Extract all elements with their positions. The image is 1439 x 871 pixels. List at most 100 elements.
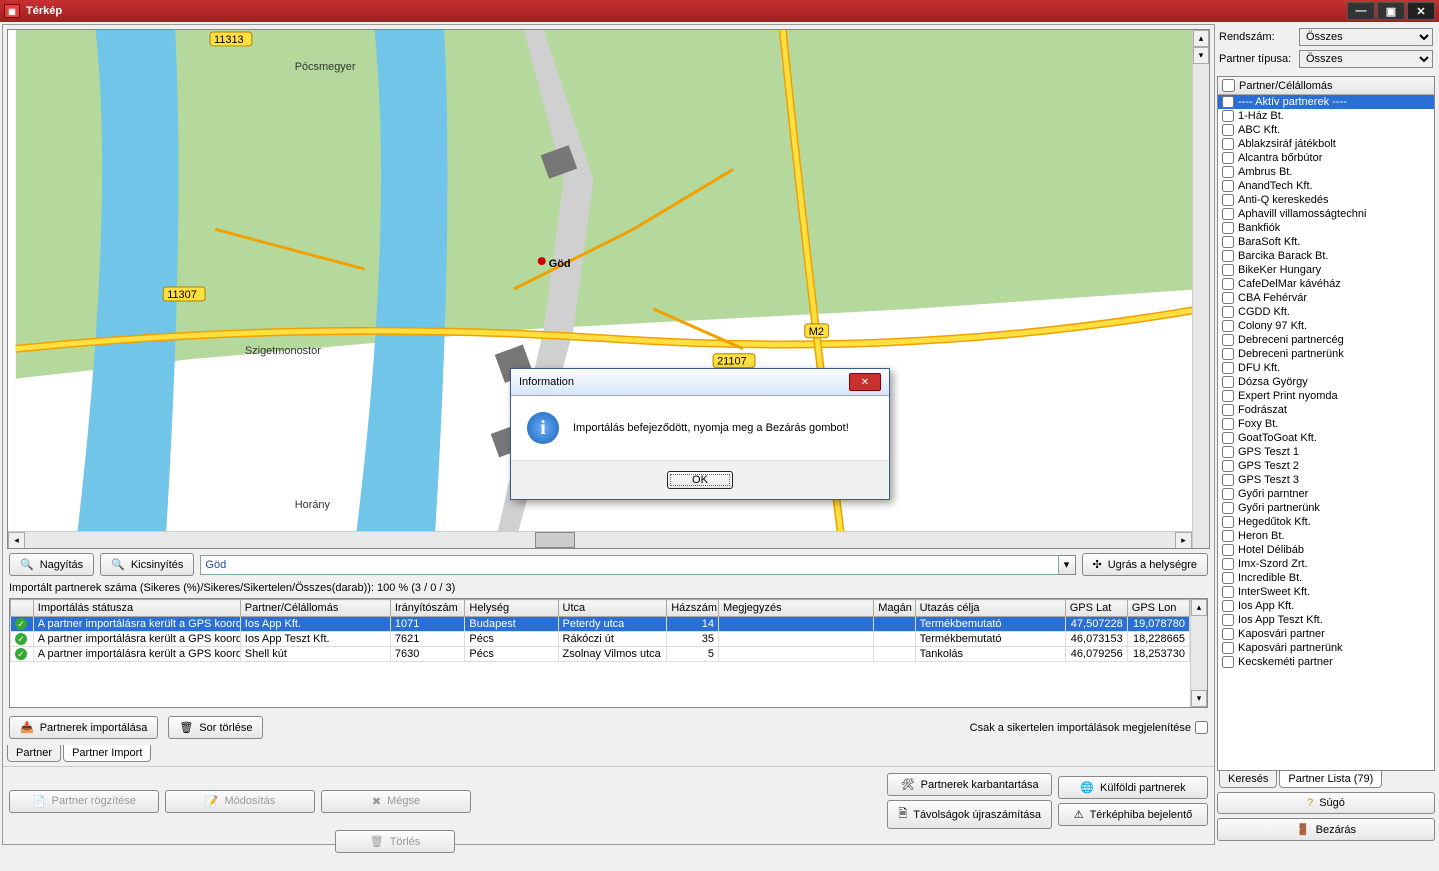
partner-list-item[interactable]: Heron Bt. [1218, 529, 1434, 543]
partner-list-item[interactable]: Hegedűtok Kft. [1218, 515, 1434, 529]
partner-checkbox[interactable] [1222, 194, 1234, 206]
partner-checkbox[interactable] [1222, 292, 1234, 304]
partner-checkbox[interactable] [1222, 404, 1234, 416]
grid-header[interactable]: GPS Lon [1127, 600, 1189, 617]
partner-checkbox[interactable] [1222, 152, 1234, 164]
partner-list-item[interactable]: Ablakzsiráf játékbolt [1218, 137, 1434, 151]
partner-list-item[interactable]: Debreceni partnerünk [1218, 347, 1434, 361]
partner-checkbox[interactable] [1222, 110, 1234, 122]
partner-checkbox[interactable] [1222, 488, 1234, 500]
partner-checkbox[interactable] [1222, 362, 1234, 374]
partner-checkbox[interactable] [1222, 446, 1234, 458]
partner-list-item[interactable]: Alcantra bőrbútor [1218, 151, 1434, 165]
partner-list-item[interactable]: Fodrászat [1218, 403, 1434, 417]
maintain-partners-button[interactable]: 🛠Partnerek karbantartása [887, 773, 1052, 796]
location-search-input[interactable] [200, 555, 1058, 575]
scroll-right-button[interactable]: ▸ [1175, 532, 1192, 549]
minimize-button[interactable]: — [1347, 2, 1375, 20]
partner-checkbox[interactable] [1222, 222, 1234, 234]
grid-header[interactable]: Partner/Célállomás [240, 600, 390, 617]
close-window-button[interactable]: ✕ [1407, 2, 1435, 20]
partner-list-item[interactable]: Kaposvári partner [1218, 627, 1434, 641]
partner-list-item[interactable]: Dózsa György [1218, 375, 1434, 389]
grid-header[interactable]: Utazás célja [915, 600, 1065, 617]
partner-list-item[interactable]: CBA Fehérvár [1218, 291, 1434, 305]
map-vertical-scrollbar[interactable]: ▴ ▾ [1192, 30, 1209, 548]
partner-checkbox[interactable] [1222, 166, 1234, 178]
partner-checkbox[interactable] [1222, 460, 1234, 472]
partner-list-item[interactable]: Győri partnerünk [1218, 501, 1434, 515]
import-partners-button[interactable]: 📥 Partnerek importálása [9, 716, 158, 739]
partner-list-item[interactable]: BikeKer Hungary [1218, 263, 1434, 277]
partner-list-item[interactable]: InterSweet Kft. [1218, 585, 1434, 599]
partner-list-item[interactable]: GPS Teszt 3 [1218, 473, 1434, 487]
close-button[interactable]: 🚪Bezárás [1217, 818, 1435, 841]
partner-list-item[interactable]: Ios App Teszt Kft. [1218, 613, 1434, 627]
partner-checkbox[interactable] [1222, 208, 1234, 220]
partner-checkbox[interactable] [1222, 250, 1234, 262]
partner-list-item[interactable]: CGDD Kft. [1218, 305, 1434, 319]
grid-header[interactable]: Importálás státusza [33, 600, 240, 617]
recalc-distances-button[interactable]: 🗎Távolságok újraszámítása [887, 800, 1052, 829]
dialog-close-button[interactable]: ✕ [849, 373, 881, 391]
search-dropdown-button[interactable]: ▾ [1059, 555, 1076, 575]
partner-checkbox[interactable] [1222, 278, 1234, 290]
partner-list-item[interactable]: GoatToGoat Kft. [1218, 431, 1434, 445]
partner-checkbox[interactable] [1222, 642, 1234, 654]
partner-list-item[interactable]: GPS Teszt 2 [1218, 459, 1434, 473]
right-tab-search[interactable]: Keresés [1219, 771, 1277, 788]
partner-checkbox[interactable] [1222, 96, 1234, 108]
hscroll-thumb[interactable] [535, 532, 575, 548]
grid-header[interactable]: GPS Lat [1065, 600, 1127, 617]
tab-partner[interactable]: Partner [7, 745, 61, 762]
partner-checkbox[interactable] [1222, 628, 1234, 640]
partner-list[interactable]: Partner/Célállomás ---- Aktív partnerek … [1217, 76, 1435, 771]
partner-list-item[interactable]: BaraSoft Kft. [1218, 235, 1434, 249]
tab-partner-import[interactable]: Partner Import [63, 745, 151, 762]
partner-list-item[interactable]: ABC Kft. [1218, 123, 1434, 137]
jump-to-location-button[interactable]: ✣ Ugrás a helységre [1082, 553, 1209, 576]
grid-header[interactable]: Házszám [667, 600, 719, 617]
grid-header[interactable]: Helység [465, 600, 558, 617]
partner-checkbox[interactable] [1222, 558, 1234, 570]
grid-header[interactable]: Utca [558, 600, 667, 617]
partner-checkbox[interactable] [1222, 138, 1234, 150]
partner-list-header[interactable]: Partner/Célállomás [1218, 77, 1434, 95]
partner-list-item[interactable]: GPS Teszt 1 [1218, 445, 1434, 459]
partner-list-item[interactable]: DFU Kft. [1218, 361, 1434, 375]
map-horizontal-scrollbar[interactable]: ◂ ▸ [8, 531, 1192, 548]
partner-list-item[interactable]: Incredible Bt. [1218, 571, 1434, 585]
grid-scroll-down[interactable]: ▾ [1191, 690, 1207, 707]
partner-list-item[interactable]: Ios App Kft. [1218, 599, 1434, 613]
partner-list-item[interactable]: Bankfiók [1218, 221, 1434, 235]
scroll-down-button[interactable]: ▾ [1193, 47, 1209, 64]
partner-list-item[interactable]: AnandTech Kft. [1218, 179, 1434, 193]
partner-checkbox[interactable] [1222, 614, 1234, 626]
partner-checkbox[interactable] [1222, 502, 1234, 514]
partner-list-item[interactable]: Ambrus Bt. [1218, 165, 1434, 179]
right-tab-list[interactable]: Partner Lista (79) [1279, 771, 1382, 788]
grid-scroll-up[interactable]: ▴ [1191, 599, 1207, 616]
grid-header[interactable]: Irányítószám [390, 600, 465, 617]
partner-checkbox[interactable] [1222, 586, 1234, 598]
zoom-in-button[interactable]: 🔍 Nagyítás [9, 553, 94, 576]
partner-checkbox[interactable] [1222, 180, 1234, 192]
partner-list-item[interactable]: CafeDelMar kávéház [1218, 277, 1434, 291]
partner-list-item[interactable]: Expert Print nyomda [1218, 389, 1434, 403]
partner-list-item[interactable]: Hotel Délibáb [1218, 543, 1434, 557]
partner-checkbox[interactable] [1222, 236, 1234, 248]
table-row[interactable]: ✓A partner importálásra került a GPS koo… [11, 632, 1190, 647]
partner-checkbox[interactable] [1222, 600, 1234, 612]
partner-list-item[interactable]: Kecskeméti partner [1218, 655, 1434, 669]
only-failed-checkbox[interactable] [1195, 721, 1208, 734]
delete-row-button[interactable]: 🗑 Sor törlése [168, 716, 263, 739]
report-map-error-button[interactable]: ⚠Térképhiba bejelentő [1058, 803, 1208, 826]
partner-list-item[interactable]: Colony 97 Kft. [1218, 319, 1434, 333]
partner-list-item[interactable]: ---- Aktív partnerek ---- [1218, 95, 1434, 109]
partner-checkbox[interactable] [1222, 376, 1234, 388]
grid-vertical-scrollbar[interactable]: ▴ ▾ [1190, 599, 1207, 707]
help-button[interactable]: ?Súgó [1217, 792, 1435, 814]
partner-list-item[interactable]: Debreceni partnercég [1218, 333, 1434, 347]
partner-checkbox[interactable] [1222, 124, 1234, 136]
partner-list-item[interactable]: Anti-Q kereskedés [1218, 193, 1434, 207]
